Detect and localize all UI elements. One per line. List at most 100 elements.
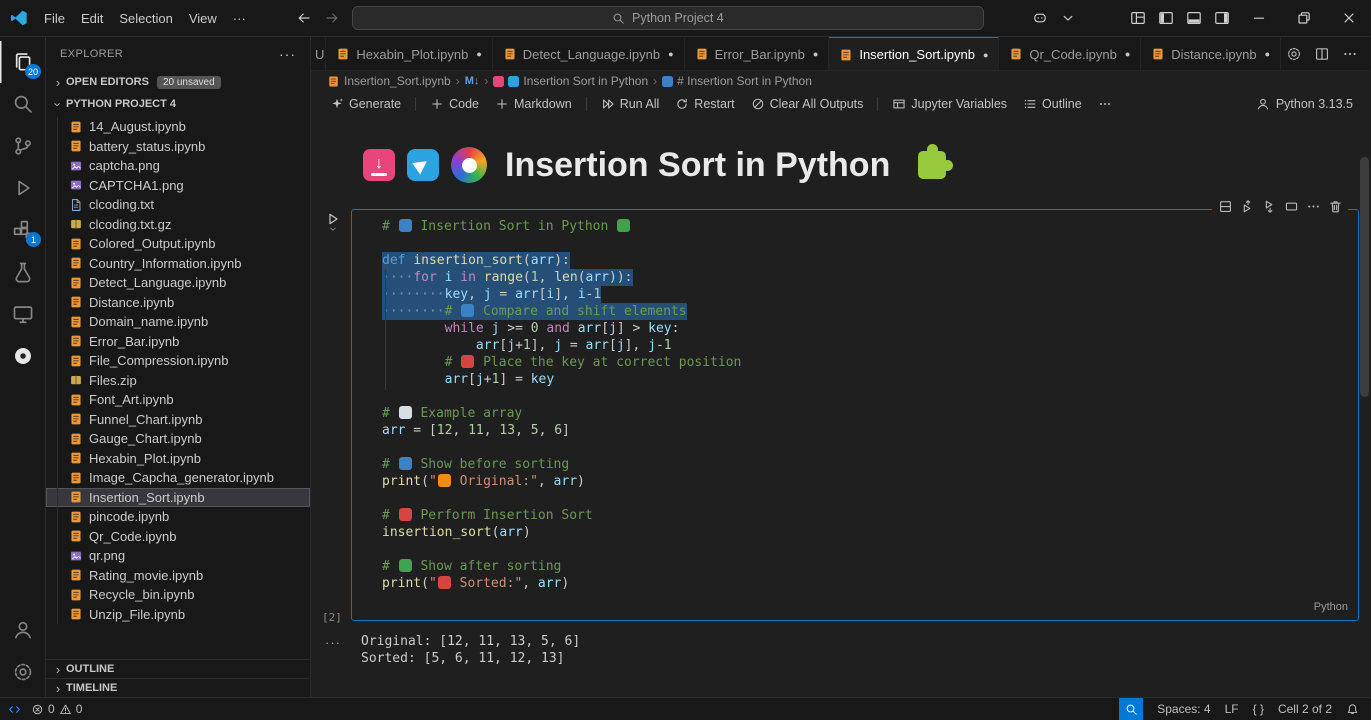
more-icon[interactable] [1304,197,1322,215]
file-item[interactable]: Recycle_bin.ipynb [46,585,310,605]
layout-grid-icon[interactable] [1124,3,1152,33]
code-line[interactable]: # 📌 Place the key at correct position [382,354,1350,371]
frame-icon[interactable] [1282,197,1300,215]
file-item[interactable]: qr.png [46,546,310,566]
split-editor-icon[interactable] [1309,41,1335,67]
run-cell-button[interactable] [323,211,343,235]
code-line[interactable]: arr[j+1] = key [382,371,1350,388]
code-line[interactable]: print("🎯 Sorted:", arr) [382,575,1350,592]
code-line[interactable]: ····for i in range(1, len(arr)): [382,269,1350,286]
remote-indicator[interactable] [8,703,21,716]
scrollbar-thumb[interactable] [1360,157,1369,397]
activity-circle-extension-icon[interactable] [0,335,45,377]
modified-dot[interactable]: ● [983,50,988,60]
activity-desktop-icon[interactable] [0,293,45,335]
modified-dot[interactable]: ● [476,49,481,59]
activity-run-debug-icon[interactable] [0,167,45,209]
kernel-picker[interactable]: Python 3.13.5 [1256,97,1371,111]
file-item[interactable]: Gauge_Chart.ipynb [46,429,310,449]
command-center-search[interactable]: Python Project 4 [351,6,984,30]
file-item[interactable]: pincode.ipynb [46,507,310,527]
file-item[interactable]: Rating_movie.ipynb [46,566,310,586]
code-line[interactable]: # ✅ Show after sorting [382,558,1350,575]
split-cell-icon[interactable] [1216,197,1234,215]
file-item[interactable]: Image_Capcha_generator.ipynb [46,468,310,488]
activity-account-icon[interactable] [0,609,45,651]
file-item[interactable]: Error_Bar.ipynb [46,332,310,352]
clear-all-outputs-button[interactable]: Clear All Outputs [744,95,871,113]
tab-item[interactable]: Insertion_Sort.ipynb ● [829,37,1000,70]
run-all-button[interactable]: Run All [594,95,667,113]
tab-item[interactable]: Detect_Language.ipynb ● [492,37,685,70]
modified-dot[interactable]: ● [813,49,818,59]
modified-dot[interactable]: ● [1125,49,1130,59]
tab-item[interactable]: Distance.ipynb ● [1141,37,1281,70]
restart-button[interactable]: Restart [668,95,741,113]
zoom-indicator[interactable] [1119,698,1144,720]
modified-dot[interactable]: ● [668,49,673,59]
tab-item[interactable]: Qr_Code.ipynb ● [999,37,1142,70]
code-line[interactable]: insertion_sort(arr) [382,524,1350,541]
file-item[interactable]: Colored_Output.ipynb [46,234,310,254]
code-line[interactable] [382,490,1350,507]
code-line[interactable] [382,388,1350,405]
indentation-indicator[interactable]: Spaces: 4 [1157,702,1210,716]
activity-files-icon[interactable]: 20 [0,41,45,83]
minimize-button[interactable] [1236,0,1281,36]
forward-arrow[interactable] [324,10,340,26]
execute-above-icon[interactable] [1238,197,1256,215]
breadcrumb-item[interactable]: Insertion_Sort.ipynb [327,74,451,88]
file-item[interactable]: CAPTCHA1.png [46,176,310,196]
execute-below-icon[interactable] [1260,197,1278,215]
outline-button[interactable]: Outline [1016,95,1089,113]
delete-icon[interactable] [1326,197,1344,215]
code-line[interactable]: ········key, j = arr[i], i-1 [382,286,1350,303]
language-mode-indicator[interactable]: { } [1253,702,1264,716]
file-item[interactable]: Files.zip [46,371,310,391]
activity-testing-icon[interactable] [0,251,45,293]
code-line[interactable]: ········# 🔍 Compare and shift elements [382,303,1350,320]
code-line[interactable]: print("🍊 Original:", arr) [382,473,1350,490]
menu-view[interactable]: View [181,7,225,30]
back-arrow[interactable] [296,10,312,26]
file-item[interactable]: clcoding.txt [46,195,310,215]
code-line[interactable] [382,235,1350,252]
copilot-icon[interactable] [1026,3,1054,33]
file-item[interactable]: Insertion_Sort.ipynb [46,487,310,507]
more-icon[interactable] [1337,41,1363,67]
file-item[interactable]: Domain_name.ipynb [46,312,310,332]
menu-selection[interactable]: Selection [111,7,180,30]
file-item[interactable]: Qr_Code.ipynb [46,527,310,547]
menu-more[interactable]: ··· [225,7,254,30]
code-line[interactable]: arr[j+1], j = arr[j], j-1 [382,337,1350,354]
file-item[interactable]: battery_status.ipynb [46,137,310,157]
modified-dot[interactable]: ● [1265,49,1270,59]
tab-item[interactable]: Unzip_File.ipynb ● [311,37,327,70]
file-item[interactable]: clcoding.txt.gz [46,215,310,235]
code-line[interactable]: arr = [12, 11, 13, 5, 6] [382,422,1350,439]
menu-file[interactable]: File [36,7,73,30]
file-item[interactable]: Distance.ipynb [46,293,310,313]
open-editors-header[interactable]: › OPEN EDITORS 20 unsaved [46,71,310,93]
explorer-more-icon[interactable]: ··· [279,46,296,62]
generate-button[interactable]: Generate [323,95,408,113]
chevron-down-icon[interactable] [1054,3,1082,33]
activity-extensions-icon[interactable]: 1 [0,209,45,251]
activity-search-icon[interactable] [0,83,45,125]
tab-item[interactable]: Hexabin_Plot.ipynb ● [326,37,493,70]
code-cell[interactable]: # 📘 Insertion Sort in Python 🔄 def inser… [322,197,1359,624]
problems-indicator[interactable]: 0 0 [31,702,82,716]
maximize-button[interactable] [1281,0,1326,36]
file-item[interactable]: Unzip_File.ipynb [46,605,310,625]
code-editor[interactable]: # 📘 Insertion Sort in Python 🔄 def inser… [352,210,1358,620]
file-item[interactable]: Detect_Language.ipynb [46,273,310,293]
activity-settings-gear-icon[interactable] [0,651,45,693]
outline-section[interactable]: › OUTLINE [46,659,310,678]
eol-indicator[interactable]: LF [1225,702,1239,716]
file-item[interactable]: Hexabin_Plot.ipynb [46,449,310,469]
file-item[interactable]: Country_Information.ipynb [46,254,310,274]
cell-language[interactable]: Python [1314,599,1348,616]
file-item[interactable]: Font_Art.ipynb [46,390,310,410]
cell-indicator[interactable]: Cell 2 of 2 [1278,702,1332,716]
file-item[interactable]: 14_August.ipynb [46,117,310,137]
